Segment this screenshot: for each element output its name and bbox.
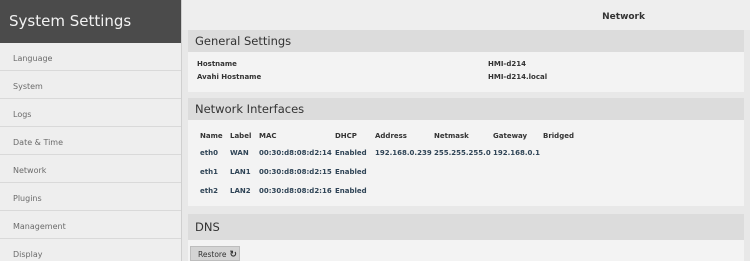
main-content: Network General Settings Hostname HMI-d2…	[182, 0, 750, 261]
sidebar-item-date-time[interactable]: Date & Time	[0, 127, 181, 155]
dns-heading: DNS	[188, 214, 744, 240]
sidebar-item-network[interactable]: Network	[0, 155, 181, 183]
cell-dhcp: Enabled	[335, 168, 367, 176]
sidebar-item-management[interactable]: Management	[0, 211, 181, 239]
restore-button-label: Restore	[198, 250, 227, 259]
general-settings-heading: General Settings	[188, 30, 744, 52]
column-header-bridged: Bridged	[543, 132, 574, 140]
sidebar-title: System Settings	[0, 0, 181, 43]
cell-gateway: 192.168.0.1	[493, 149, 540, 157]
dns-panel	[188, 240, 744, 261]
cell-label: LAN1	[230, 168, 251, 176]
column-header-gateway: Gateway	[493, 132, 528, 140]
restore-button[interactable]: Restore ↻	[190, 246, 240, 261]
refresh-icon: ↻	[229, 250, 238, 260]
sidebar-item-system[interactable]: System	[0, 71, 181, 99]
column-header-address: Address	[375, 132, 407, 140]
top-bar: Network	[182, 0, 750, 30]
cell-label: LAN2	[230, 187, 251, 195]
hostname-label: Hostname	[197, 60, 237, 68]
column-header-dhcp: DHCP	[335, 132, 357, 140]
cell-address: 192.168.0.239	[375, 149, 432, 157]
column-header-netmask: Netmask	[434, 132, 469, 140]
column-header-mac: MAC	[259, 132, 277, 140]
avahi-hostname-label: Avahi Hostname	[197, 73, 262, 81]
cell-netmask: 255.255.255.0	[434, 149, 491, 157]
sidebar-item-logs[interactable]: Logs	[0, 99, 181, 127]
cell-dhcp: Enabled	[335, 149, 367, 157]
avahi-hostname-value: HMI-d214.local	[488, 73, 548, 81]
sidebar-item-language[interactable]: Language	[0, 43, 181, 71]
column-header-name: Name	[200, 132, 223, 140]
cell-mac: 00:30:d8:08:d2:15	[259, 168, 332, 176]
column-header-label: Label	[230, 132, 252, 140]
cell-name: eth1	[200, 168, 218, 176]
cell-name: eth0	[200, 149, 218, 157]
sidebar: System Settings Language System Logs Dat…	[0, 0, 182, 261]
cell-mac: 00:30:d8:08:d2:14	[259, 149, 332, 157]
network-interfaces-heading: Network Interfaces	[188, 98, 744, 120]
sidebar-item-display[interactable]: Display	[0, 239, 181, 261]
cell-dhcp: Enabled	[335, 187, 367, 195]
cell-name: eth2	[200, 187, 218, 195]
cell-label: WAN	[230, 149, 249, 157]
page-title: Network	[602, 12, 645, 22]
cell-mac: 00:30:d8:08:d2:16	[259, 187, 332, 195]
general-settings-panel: Hostname HMI-d214 Avahi Hostname HMI-d21…	[188, 52, 744, 92]
network-interfaces-table: Name Label MAC DHCP Address Netmask Gate…	[188, 120, 744, 206]
sidebar-item-plugins[interactable]: Plugins	[0, 183, 181, 211]
hostname-value: HMI-d214	[488, 60, 526, 68]
